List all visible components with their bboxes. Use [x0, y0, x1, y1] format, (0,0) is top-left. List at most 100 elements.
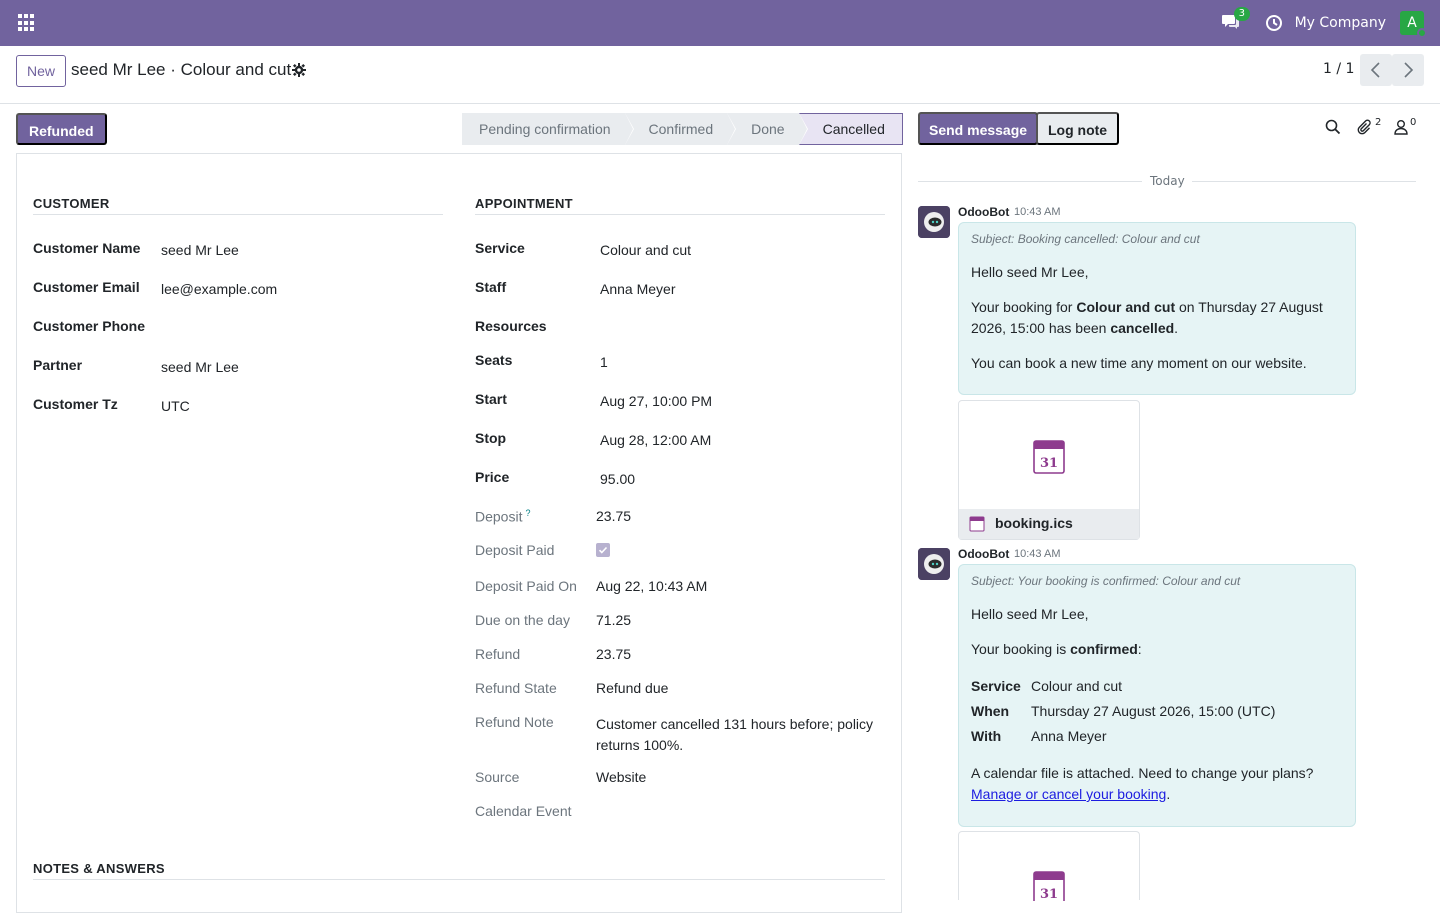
divider — [475, 214, 885, 215]
deposit-label-text: Deposit — [475, 508, 523, 525]
apps-menu-icon[interactable] — [18, 14, 36, 32]
message-author[interactable]: OdooBot — [958, 547, 1009, 561]
seats-label: Seats — [475, 352, 513, 368]
pager-previous-button[interactable] — [1360, 54, 1392, 86]
link-post: . — [1166, 786, 1171, 802]
refund-value: 23.75 — [596, 646, 632, 662]
partner-field[interactable]: seed Mr Lee — [161, 359, 239, 375]
detail-key: Service — [971, 678, 1021, 694]
attachment-card[interactable]: 31 — [958, 831, 1140, 905]
customer-group-title: CUSTOMER — [33, 196, 110, 211]
body-text: Your booking is — [971, 641, 1071, 657]
customer-name-label: Customer Name — [33, 240, 141, 256]
avatar-letter: A — [1407, 15, 1417, 31]
pager-next-button[interactable] — [1392, 54, 1424, 86]
company-switcher[interactable]: My Company — [1295, 15, 1386, 31]
source-value: Website — [596, 769, 647, 785]
message-body: Your booking is confirmed: — [971, 639, 1347, 660]
refunded-button[interactable]: Refunded — [16, 113, 107, 145]
attachment-name[interactable]: booking.ics — [995, 515, 1073, 531]
calendar-note-text: A calendar file is attached. Need to cha… — [971, 765, 1314, 781]
stage-label: Cancelled — [822, 121, 885, 137]
new-button[interactable]: New — [16, 55, 67, 87]
stage-confirmed[interactable]: Confirmed — [624, 113, 737, 145]
stage-done[interactable]: Done — [727, 113, 808, 145]
chevron-right-icon — [1404, 62, 1414, 78]
detail-key: When — [971, 703, 1010, 719]
refund-label: Refund — [475, 646, 521, 662]
refund-note-label: Refund Note — [475, 714, 554, 730]
due-on-the-day-value: 71.25 — [596, 612, 632, 628]
message-subject: Subject: Your booking is confirmed: Colo… — [971, 574, 1241, 588]
refund-state-value: Refund due — [596, 680, 669, 696]
gear-icon[interactable] — [292, 63, 306, 77]
deposit-paid-label: Deposit Paid — [475, 542, 555, 558]
deposit-paid-on-label: Deposit Paid On — [475, 578, 577, 594]
appointment-group-title: APPOINTMENT — [475, 196, 573, 211]
calendar-day: 31 — [1040, 887, 1058, 901]
log-note-button[interactable]: Log note — [1036, 112, 1120, 145]
service-label: Service — [475, 240, 525, 256]
customer-tz-field[interactable]: UTC — [161, 398, 190, 414]
resources-label: Resources — [475, 318, 547, 334]
stop-label: Stop — [475, 430, 507, 446]
customer-name-field[interactable]: seed Mr Lee — [161, 242, 239, 258]
body-text: : — [1137, 641, 1142, 657]
odoobot-avatar[interactable] — [918, 206, 950, 238]
user-avatar[interactable]: A — [1400, 11, 1427, 38]
body-state: confirmed — [1070, 641, 1138, 657]
calendar-icon: 31 — [1033, 438, 1065, 478]
message-time: 10:43 AM — [1014, 548, 1061, 560]
attachments-count: 2 — [1375, 117, 1382, 128]
message-body: Your booking for Colour and cut on Thurs… — [971, 297, 1347, 339]
top-navbar: 3 My Company A — [0, 0, 1440, 46]
manage-booking-link[interactable]: Manage or cancel your booking — [971, 786, 1166, 802]
messaging-icon[interactable]: 3 — [1221, 7, 1250, 33]
date-separator: Today — [918, 172, 1416, 190]
body-text: . — [1174, 320, 1179, 336]
attachment-footer: booking.ics — [959, 509, 1139, 539]
divider — [33, 879, 885, 880]
paperclip-icon[interactable] — [1356, 119, 1372, 139]
odoobot-avatar[interactable] — [918, 548, 950, 580]
activity-clock-icon[interactable] — [1265, 14, 1283, 32]
staff-field[interactable]: Anna Meyer — [600, 281, 675, 297]
date-separator-label: Today — [1150, 174, 1185, 188]
notes-group-title: NOTES & ANSWERS — [33, 861, 165, 876]
detail-value: Anna Meyer — [1031, 728, 1107, 744]
ics-file-icon — [969, 516, 985, 536]
pager-value[interactable]: 1 / 1 — [1323, 61, 1354, 77]
messaging-count-badge: 3 — [1233, 7, 1250, 21]
chevron-left-icon — [1370, 62, 1380, 78]
deposit-paid-on-value: Aug 22, 10:43 AM — [596, 578, 708, 594]
service-field[interactable]: Colour and cut — [600, 242, 691, 258]
price-field[interactable]: 95.00 — [600, 471, 635, 487]
help-tooltip-icon[interactable]: ? — [525, 508, 530, 518]
attachment-card[interactable]: 31 booking.ics — [958, 400, 1140, 540]
customer-email-field[interactable]: lee@example.com — [161, 281, 277, 297]
stage-label: Done — [751, 121, 785, 137]
send-message-button[interactable]: Send message — [918, 112, 1039, 145]
search-icon[interactable] — [1325, 119, 1341, 139]
refund-note-value: Customer cancelled 131 hours before; pol… — [596, 716, 874, 753]
due-on-the-day-label: Due on the day — [475, 612, 570, 628]
stage-pending-confirmation[interactable]: Pending confirmation — [462, 113, 634, 145]
detail-value: Colour and cut — [1031, 678, 1123, 694]
stage-cancelled[interactable]: Cancelled — [797, 113, 903, 145]
message-bubble: Subject: Your booking is confirmed: Colo… — [958, 564, 1356, 827]
message-author[interactable]: OdooBot — [958, 205, 1009, 219]
source-label: Source — [475, 769, 520, 785]
start-field[interactable]: Aug 27, 10:00 PM — [600, 393, 712, 409]
refund-state-label: Refund State — [475, 680, 557, 696]
message-greeting: Hello seed Mr Lee, — [971, 264, 1089, 280]
message-time: 10:43 AM — [1014, 206, 1061, 218]
status-bar: Pending confirmation Confirmed Done Canc… — [462, 113, 903, 145]
calendar-event-label: Calendar Event — [475, 803, 572, 819]
calendar-day: 31 — [1040, 456, 1058, 471]
followers-user-icon[interactable] — [1394, 119, 1408, 139]
customer-tz-label: Customer Tz — [33, 396, 118, 412]
seats-field[interactable]: 1 — [600, 354, 608, 370]
body-text: Your booking for — [971, 299, 1077, 315]
stop-field[interactable]: Aug 28, 12:00 AM — [600, 432, 711, 448]
detail-key: With — [971, 728, 1002, 744]
